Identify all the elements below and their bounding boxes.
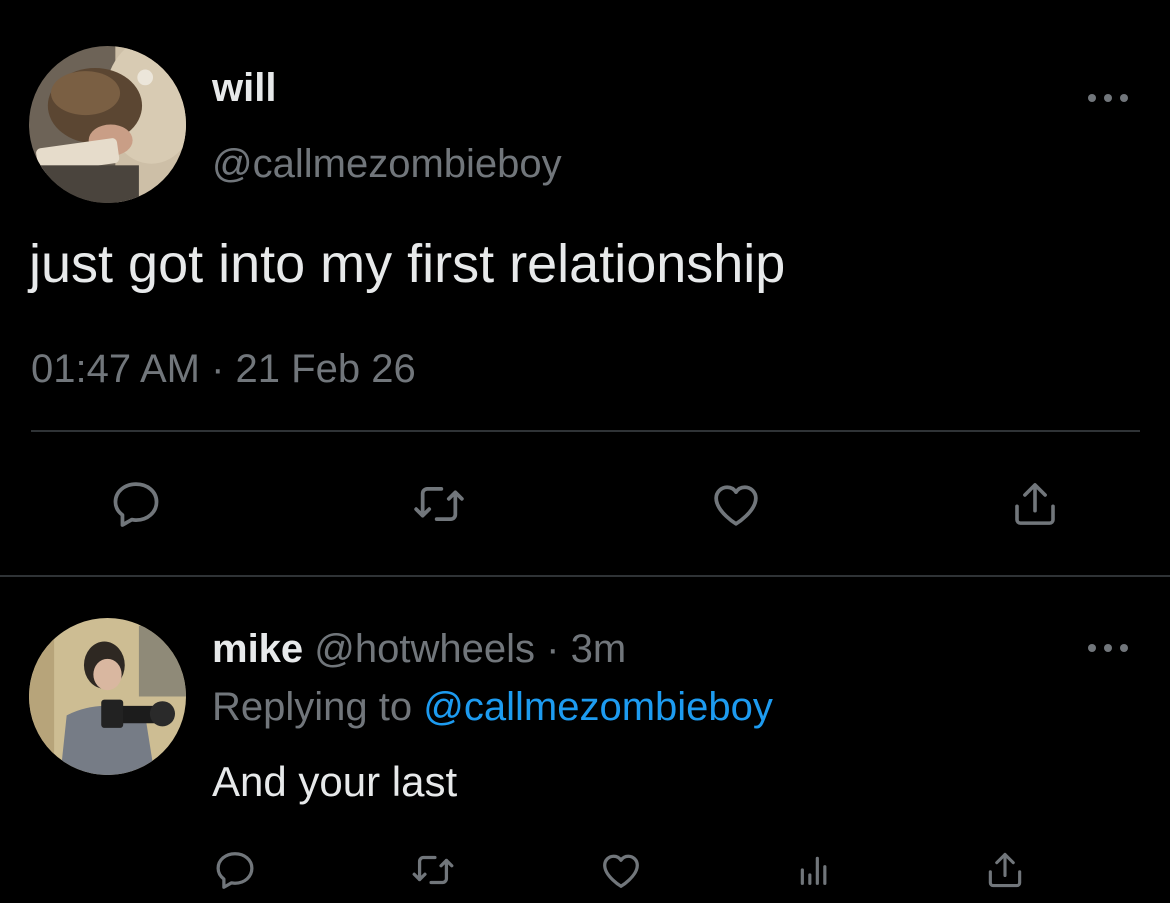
reply-icon: [113, 482, 159, 527]
retweet-button[interactable]: [404, 469, 474, 539]
retweet-icon: [414, 486, 464, 522]
replying-to-handle-link[interactable]: @callmezombieboy: [423, 685, 773, 729]
share-icon: [1015, 483, 1055, 525]
more-options-button[interactable]: [1088, 88, 1128, 108]
author-name[interactable]: will: [212, 63, 276, 113]
retweet-icon: [412, 855, 454, 885]
avatar-photo-icon: [29, 618, 186, 775]
more-dot: [1088, 644, 1096, 652]
reply-author-avatar[interactable]: [29, 618, 186, 775]
divider: [0, 575, 1170, 577]
more-dot: [1104, 94, 1112, 102]
author-avatar[interactable]: [29, 46, 186, 203]
reply-share-button[interactable]: [977, 842, 1033, 898]
more-dot: [1120, 644, 1128, 652]
reply-retweet-button[interactable]: [405, 842, 461, 898]
tweet-timestamp[interactable]: 01:47 AM · 21 Feb 26: [31, 344, 416, 394]
share-icon: [988, 852, 1022, 888]
reply-author-handle[interactable]: @hotwheels: [314, 627, 535, 671]
more-dot: [1120, 94, 1128, 102]
tweet-detail-page: will @callmezombieboy just got into my f…: [0, 0, 1170, 903]
reply-button[interactable]: [101, 469, 171, 539]
reply-author-name[interactable]: mike: [212, 627, 303, 671]
avatar-photo-icon: [29, 46, 186, 203]
more-dot: [1104, 644, 1112, 652]
more-dot: [1088, 94, 1096, 102]
tweet-text: just got into my first relationship: [29, 234, 786, 294]
divider: [31, 430, 1140, 432]
analytics-icon: [800, 856, 827, 885]
separator-dot: ·: [546, 627, 560, 671]
like-button[interactable]: [701, 469, 771, 539]
author-handle[interactable]: @callmezombieboy: [212, 139, 562, 189]
reply-header: mike @hotwheels · 3m: [212, 622, 626, 676]
share-button[interactable]: [1000, 469, 1070, 539]
reply-like-button[interactable]: [593, 842, 649, 898]
replying-to-line: Replying to @callmezombieboy: [212, 680, 773, 734]
reply-reply-button[interactable]: [207, 842, 263, 898]
reply-analytics-button[interactable]: [786, 842, 842, 898]
like-icon: [603, 854, 639, 888]
replying-to-label: Replying to: [212, 685, 413, 729]
reply-text: And your last: [212, 758, 458, 805]
reply-more-options-button[interactable]: [1088, 638, 1128, 658]
reply-time[interactable]: 3m: [571, 627, 627, 671]
like-icon: [714, 485, 758, 526]
reply-icon: [216, 852, 254, 889]
